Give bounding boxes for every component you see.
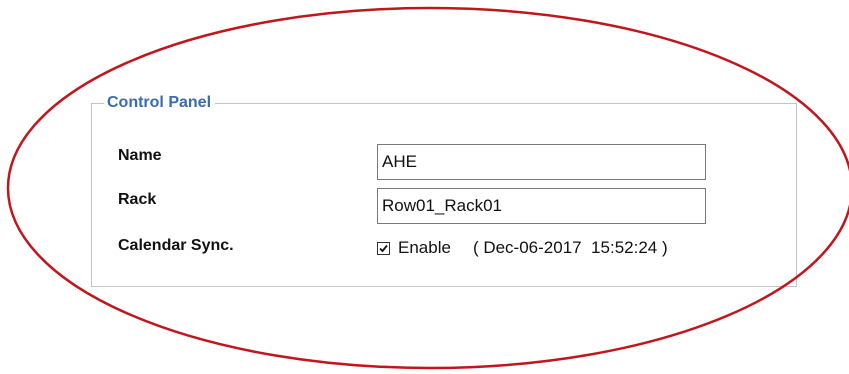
sync-timestamp: Dec-06-2017 15:52:24: [483, 238, 658, 257]
rack-label: Rack: [118, 191, 157, 208]
name-label: Name: [118, 147, 162, 164]
enable-checkbox[interactable]: [377, 241, 390, 255]
timestamp-close-paren: ): [657, 238, 668, 257]
control-panel: Control Panel Name AHE Rack Row01_Rack01…: [91, 93, 797, 287]
rack-input[interactable]: Row01_Rack01: [377, 188, 706, 224]
calendar-sync-label: Calendar Sync.: [118, 237, 234, 254]
timestamp-open-paren: (: [472, 238, 484, 257]
name-input[interactable]: AHE: [377, 144, 706, 180]
calendar-sync-row: Enable ( Dec-06-2017 15:52:24 ): [377, 237, 668, 259]
checkmark-icon: [379, 244, 388, 252]
enable-checkbox-label[interactable]: Enable: [398, 238, 451, 258]
panel-title: Control Panel: [104, 93, 216, 113]
